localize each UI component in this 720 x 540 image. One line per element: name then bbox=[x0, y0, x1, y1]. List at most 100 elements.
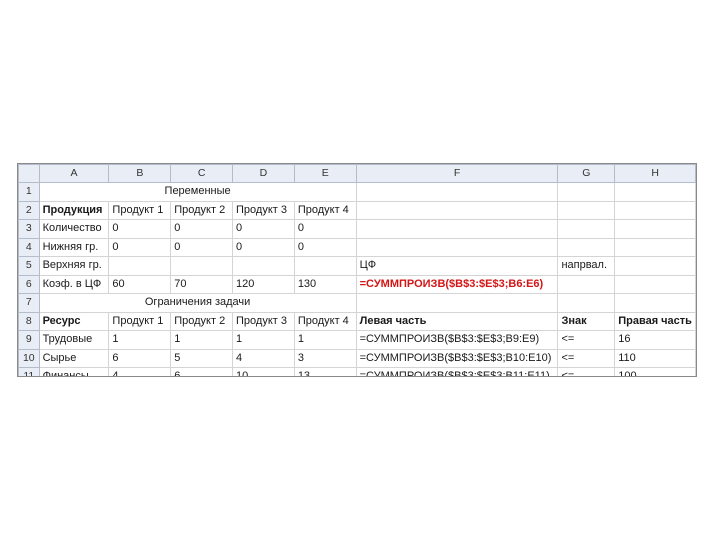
column-header-b[interactable]: B bbox=[108, 164, 172, 183]
row-header[interactable]: 4 bbox=[18, 237, 40, 257]
cell[interactable] bbox=[557, 182, 616, 202]
cell-c9[interactable]: 1 bbox=[170, 330, 234, 350]
cell-e8[interactable]: Продукт 4 bbox=[293, 311, 357, 331]
cell-a11[interactable]: Финансы bbox=[38, 367, 110, 376]
cell-e10[interactable]: 3 bbox=[293, 348, 357, 368]
cell[interactable] bbox=[293, 256, 357, 276]
cell-e6[interactable]: 130 bbox=[293, 274, 357, 294]
cell[interactable] bbox=[170, 256, 234, 276]
cell[interactable] bbox=[557, 237, 616, 257]
cell-f10[interactable]: =СУММПРОИЗВ($B$3:$E$3;B10:E10) bbox=[355, 348, 559, 368]
row-header[interactable]: 7 bbox=[18, 293, 40, 313]
cell[interactable] bbox=[108, 256, 172, 276]
cell[interactable] bbox=[355, 237, 559, 257]
cell-c3[interactable]: 0 bbox=[170, 219, 234, 239]
cell-c10[interactable]: 5 bbox=[170, 348, 234, 368]
variables-title-cell[interactable]: Переменные bbox=[38, 182, 357, 202]
cell-a2[interactable]: Продукция bbox=[38, 200, 110, 220]
cell[interactable] bbox=[614, 256, 696, 276]
row-header[interactable]: 9 bbox=[18, 330, 40, 350]
cell-b2[interactable]: Продукт 1 bbox=[108, 200, 172, 220]
cell[interactable] bbox=[557, 219, 616, 239]
cell-e2[interactable]: Продукт 4 bbox=[293, 200, 357, 220]
cell-g11[interactable]: <= bbox=[557, 367, 616, 376]
cell-e4[interactable]: 0 bbox=[293, 237, 357, 257]
cell-c6[interactable]: 70 bbox=[170, 274, 234, 294]
cell-a10[interactable]: Сырье bbox=[38, 348, 110, 368]
cell-d10[interactable]: 4 bbox=[232, 348, 295, 368]
cell-f5[interactable]: ЦФ bbox=[355, 256, 559, 276]
cell-a9[interactable]: Трудовые bbox=[38, 330, 110, 350]
cell-b10[interactable]: 6 bbox=[108, 348, 172, 368]
cell-c4[interactable]: 0 bbox=[170, 237, 234, 257]
cell[interactable] bbox=[355, 200, 559, 220]
cell[interactable] bbox=[614, 274, 696, 294]
cell-e3[interactable]: 0 bbox=[293, 219, 357, 239]
row-header[interactable]: 5 bbox=[18, 256, 40, 276]
cell-a6[interactable]: Коэф. в ЦФ bbox=[38, 274, 110, 294]
cell-h11[interactable]: 100 bbox=[614, 367, 696, 376]
cell-f11[interactable]: =СУММПРОИЗВ($B$3:$E$3;B11:E11) bbox=[355, 367, 559, 376]
cell-d4[interactable]: 0 bbox=[232, 237, 295, 257]
cell-d6[interactable]: 120 bbox=[232, 274, 295, 294]
cell-a5[interactable]: Верхняя гр. bbox=[38, 256, 110, 276]
cell-c8[interactable]: Продукт 2 bbox=[170, 311, 234, 331]
cell-b8[interactable]: Продукт 1 bbox=[108, 311, 172, 331]
cell-b9[interactable]: 1 bbox=[108, 330, 172, 350]
objective-formula-cell[interactable]: =СУММПРОИЗВ($B$3:$E$3;B6:E6) bbox=[355, 274, 559, 294]
row-header[interactable]: 6 bbox=[18, 274, 40, 294]
cell-b4[interactable]: 0 bbox=[108, 237, 172, 257]
cell-b3[interactable]: 0 bbox=[108, 219, 172, 239]
cell[interactable] bbox=[355, 293, 559, 313]
cell[interactable] bbox=[614, 200, 696, 220]
cell-g10[interactable]: <= bbox=[557, 348, 616, 368]
cell-b6[interactable]: 60 bbox=[108, 274, 172, 294]
column-header-f[interactable]: F bbox=[355, 164, 559, 183]
cell-d3[interactable]: 0 bbox=[232, 219, 295, 239]
cell-d8[interactable]: Продукт 3 bbox=[232, 311, 295, 331]
row-header[interactable]: 1 bbox=[18, 182, 40, 202]
row-header[interactable]: 10 bbox=[18, 348, 40, 368]
cell[interactable] bbox=[614, 293, 696, 313]
cell[interactable] bbox=[557, 293, 616, 313]
column-header-c[interactable]: C bbox=[170, 164, 234, 183]
column-header-a[interactable]: A bbox=[38, 164, 110, 183]
cell[interactable] bbox=[614, 219, 696, 239]
constraints-title-cell[interactable]: Ограничения задачи bbox=[38, 293, 357, 313]
cell[interactable] bbox=[557, 200, 616, 220]
cell-d2[interactable]: Продукт 3 bbox=[232, 200, 295, 220]
cell-e11[interactable]: 13 bbox=[293, 367, 357, 376]
column-header-g[interactable]: G bbox=[557, 164, 616, 183]
cell-a4[interactable]: Нижняя гр. bbox=[38, 237, 110, 257]
cell-e9[interactable]: 1 bbox=[293, 330, 357, 350]
cell-h8[interactable]: Правая часть bbox=[614, 311, 696, 331]
cell-a3[interactable]: Количество bbox=[38, 219, 110, 239]
select-all-corner[interactable] bbox=[18, 164, 40, 183]
cell[interactable] bbox=[355, 182, 559, 202]
cell-d11[interactable]: 10 bbox=[232, 367, 295, 376]
cell-c11[interactable]: 6 bbox=[170, 367, 234, 376]
cell-h10[interactable]: 110 bbox=[614, 348, 696, 368]
row-header[interactable]: 3 bbox=[18, 219, 40, 239]
column-header-h[interactable]: H bbox=[614, 164, 696, 183]
cell-h9[interactable]: 16 bbox=[614, 330, 696, 350]
row-header[interactable]: 8 bbox=[18, 311, 40, 331]
cell-f9[interactable]: =СУММПРОИЗВ($B$3:$E$3;B9:E9) bbox=[355, 330, 559, 350]
cell-g5[interactable]: напрвал. bbox=[557, 256, 616, 276]
cell-g9[interactable]: <= bbox=[557, 330, 616, 350]
row-header[interactable]: 2 bbox=[18, 200, 40, 220]
cell-c2[interactable]: Продукт 2 bbox=[170, 200, 234, 220]
cell-a8[interactable]: Ресурс bbox=[38, 311, 110, 331]
cell[interactable] bbox=[614, 237, 696, 257]
column-header-d[interactable]: D bbox=[232, 164, 295, 183]
cell[interactable] bbox=[355, 219, 559, 239]
row-header[interactable]: 11 bbox=[18, 367, 40, 376]
cell-b11[interactable]: 4 bbox=[108, 367, 172, 376]
cell-d9[interactable]: 1 bbox=[232, 330, 295, 350]
cell-g8[interactable]: Знак bbox=[557, 311, 616, 331]
cell[interactable] bbox=[232, 256, 295, 276]
cell[interactable] bbox=[557, 274, 616, 294]
cell-f8[interactable]: Левая часть bbox=[355, 311, 559, 331]
cell[interactable] bbox=[614, 182, 696, 202]
column-header-e[interactable]: E bbox=[293, 164, 357, 183]
